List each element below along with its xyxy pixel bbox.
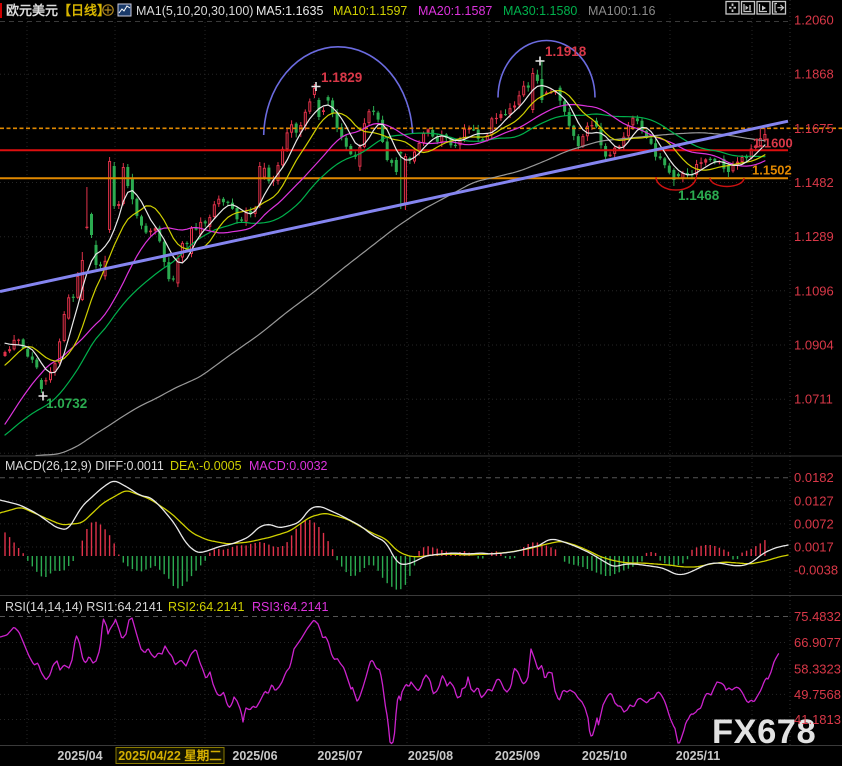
svg-text:66.9077: 66.9077 xyxy=(794,635,841,650)
svg-text:2025/09: 2025/09 xyxy=(495,749,540,763)
svg-text:2025/06: 2025/06 xyxy=(232,749,277,763)
svg-text:1.2060: 1.2060 xyxy=(794,13,834,28)
svg-text:1.1289: 1.1289 xyxy=(794,229,834,244)
svg-text:49.7568: 49.7568 xyxy=(794,687,841,702)
svg-text:1.1502: 1.1502 xyxy=(752,163,792,178)
svg-text:1.1600: 1.1600 xyxy=(753,136,793,151)
svg-text:0.0072: 0.0072 xyxy=(794,516,834,531)
svg-text:2025/10: 2025/10 xyxy=(582,749,627,763)
svg-text:MA10:1.1597: MA10:1.1597 xyxy=(333,4,407,18)
svg-text:MACD:0.0032: MACD:0.0032 xyxy=(249,459,328,473)
svg-text:1.1918: 1.1918 xyxy=(545,44,587,59)
svg-text:1.0732: 1.0732 xyxy=(46,396,87,411)
svg-text:1.1468: 1.1468 xyxy=(678,188,720,203)
svg-text:2025/08: 2025/08 xyxy=(408,749,453,763)
svg-text:2025/11: 2025/11 xyxy=(676,749,721,763)
svg-text:DEA:-0.0005: DEA:-0.0005 xyxy=(170,459,242,473)
svg-text:1.1096: 1.1096 xyxy=(794,283,834,298)
svg-text:RSI3:64.2141: RSI3:64.2141 xyxy=(252,600,328,614)
svg-text:-0.0038: -0.0038 xyxy=(794,563,838,578)
svg-text:58.3323: 58.3323 xyxy=(794,661,841,676)
svg-text:1.0904: 1.0904 xyxy=(794,338,834,353)
svg-text:1.1868: 1.1868 xyxy=(794,67,834,82)
svg-text:RSI2:64.2141: RSI2:64.2141 xyxy=(168,600,244,614)
svg-text:0.0127: 0.0127 xyxy=(794,493,834,508)
svg-text:MA1(5,10,20,30,100): MA1(5,10,20,30,100) xyxy=(136,4,253,18)
svg-text:1.1829: 1.1829 xyxy=(321,70,362,85)
svg-text:欧元美元: 欧元美元 xyxy=(6,3,58,18)
svg-text:MA30:1.1580: MA30:1.1580 xyxy=(503,4,577,18)
svg-text:【日线】: 【日线】 xyxy=(58,3,110,18)
svg-text:0.0017: 0.0017 xyxy=(794,540,834,555)
svg-text:MACD(26,12,9) DIFF:0.0011: MACD(26,12,9) DIFF:0.0011 xyxy=(5,459,164,473)
svg-text:MA100:1.16: MA100:1.16 xyxy=(588,4,655,18)
svg-text:MA5:1.1635: MA5:1.1635 xyxy=(256,4,323,18)
svg-text:2025/07: 2025/07 xyxy=(317,749,362,763)
svg-text:MA20:1.1587: MA20:1.1587 xyxy=(418,4,492,18)
svg-text:1.1482: 1.1482 xyxy=(794,175,834,190)
svg-text:75.4832: 75.4832 xyxy=(794,609,841,624)
svg-text:41.1813: 41.1813 xyxy=(794,712,841,727)
svg-text:2025/04/22 星期二: 2025/04/22 星期二 xyxy=(118,748,222,763)
svg-text:2025/04: 2025/04 xyxy=(57,749,102,763)
svg-text:1.1675: 1.1675 xyxy=(794,121,834,136)
svg-text:0.0182: 0.0182 xyxy=(794,470,834,485)
svg-text:1.0711: 1.0711 xyxy=(794,392,833,407)
svg-text:RSI(14,14,14) RSI1:64.2141: RSI(14,14,14) RSI1:64.2141 xyxy=(5,600,163,614)
